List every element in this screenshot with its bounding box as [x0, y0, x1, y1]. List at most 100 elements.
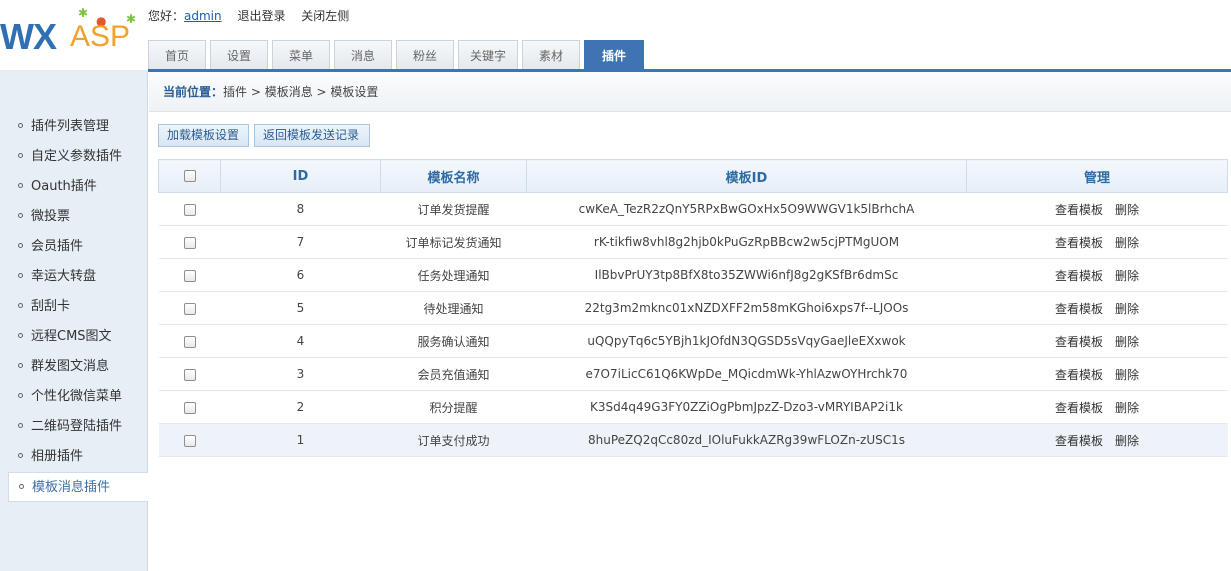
sidebar-item-qrcode-login[interactable]: 二维码登陆插件	[8, 412, 148, 442]
sidebar-item-label: 微投票	[31, 209, 71, 224]
table-row: 6 任务处理通知 IlBbvPrUY3tp8BfX8to35ZWWi6nfJ8g…	[158, 258, 1228, 292]
tab-settings[interactable]: 设置	[210, 40, 268, 70]
tab-messages[interactable]: 消息	[334, 40, 392, 70]
table-row: 2 积分提醒 K3Sd4q49G3FY0ZZiOgPbmJpzZ-Dzo3-vM…	[158, 390, 1228, 424]
tab-fans[interactable]: 粉丝	[396, 40, 454, 70]
delete-link[interactable]: 删除	[1115, 366, 1139, 383]
sidebar: 插件列表管理 自定义参数插件 Oauth插件 微投票 会员插件 幸运大转盘 刮刮…	[0, 72, 148, 571]
row-checkbox[interactable]	[183, 302, 196, 315]
tab-menu[interactable]: 菜单	[272, 40, 330, 70]
row-template-id: IlBbvPrUY3tp8BfX8to35ZWWi6nfJ8g2gKSfBr6d…	[526, 258, 967, 292]
circle-bullet-icon	[18, 393, 23, 398]
row-id: 5	[220, 291, 381, 325]
sidebar-item-vote[interactable]: 微投票	[8, 202, 148, 232]
table-row: 7 订单标记发货通知 rK-tikfiw8vhl8g2hjb0kPuGzRpBB…	[158, 225, 1228, 259]
table-row: 5 待处理通知 22tg3m2mknc01xNZDXFF2m58mKGhoi6x…	[158, 291, 1228, 325]
row-name: 任务处理通知	[380, 258, 527, 292]
row-id: 1	[220, 423, 381, 457]
sidebar-item-label: 群发图文消息	[31, 359, 110, 374]
delete-link[interactable]: 删除	[1115, 267, 1139, 284]
row-name: 积分提醒	[380, 390, 527, 424]
delete-link[interactable]: 删除	[1115, 300, 1139, 317]
delete-link[interactable]: 删除	[1115, 432, 1139, 449]
sidebar-item-custom-menu[interactable]: 个性化微信菜单	[8, 382, 148, 412]
select-all-checkbox[interactable]	[183, 170, 196, 182]
logo-asp-text: ASP	[70, 20, 131, 53]
tab-keywords[interactable]: 关键字	[458, 40, 518, 70]
logout-link[interactable]: 退出登录	[237, 9, 285, 23]
row-name: 订单支付成功	[380, 423, 527, 457]
column-header-name: 模板名称	[380, 159, 527, 193]
tab-home[interactable]: 首页	[148, 40, 206, 70]
view-template-link[interactable]: 查看模板	[1055, 234, 1103, 251]
row-checkbox[interactable]	[183, 236, 196, 249]
sidebar-item-label: 个性化微信菜单	[31, 389, 123, 404]
row-checkbox[interactable]	[183, 335, 196, 348]
row-checkbox[interactable]	[183, 434, 196, 447]
delete-link[interactable]: 删除	[1115, 201, 1139, 218]
row-id: 8	[220, 192, 381, 226]
circle-bullet-icon	[18, 273, 23, 278]
row-checkbox[interactable]	[183, 401, 196, 414]
delete-link[interactable]: 删除	[1115, 234, 1139, 251]
view-template-link[interactable]: 查看模板	[1055, 267, 1103, 284]
delete-link[interactable]: 删除	[1115, 333, 1139, 350]
view-template-link[interactable]: 查看模板	[1055, 366, 1103, 383]
sidebar-item-label: 自定义参数插件	[31, 149, 123, 164]
view-template-link[interactable]: 查看模板	[1055, 300, 1103, 317]
sidebar-item-template-message[interactable]: 模板消息插件	[8, 472, 148, 502]
greeting-label: 您好：	[148, 9, 185, 23]
circle-bullet-icon	[18, 183, 23, 188]
circle-bullet-icon	[18, 243, 23, 248]
sidebar-item-label: 相册插件	[31, 449, 84, 464]
column-header-manage: 管理	[966, 159, 1228, 193]
sidebar-menu: 插件列表管理 自定义参数插件 Oauth插件 微投票 会员插件 幸运大转盘 刮刮…	[8, 112, 148, 502]
row-name: 会员充值通知	[380, 357, 527, 391]
sidebar-item-lucky-wheel[interactable]: 幸运大转盘	[8, 262, 148, 292]
circle-bullet-icon	[18, 123, 23, 128]
template-table: ID 模板名称 模板ID 管理 8 订单发货提醒 cwKeA_TezR2zQnY…	[158, 159, 1228, 457]
row-name: 待处理通知	[380, 291, 527, 325]
sidebar-item-custom-params[interactable]: 自定义参数插件	[8, 142, 148, 172]
logo-wx-text: WX	[0, 16, 57, 57]
row-name: 订单发货提醒	[380, 192, 527, 226]
row-checkbox[interactable]	[183, 368, 196, 381]
user-bar: 您好：admin 退出登录 关闭左侧	[148, 7, 361, 24]
column-header-id: ID	[220, 159, 381, 193]
close-left-link[interactable]: 关闭左侧	[301, 9, 349, 23]
sidebar-item-album[interactable]: 相册插件	[8, 442, 148, 472]
row-checkbox[interactable]	[183, 203, 196, 216]
table-row: 8 订单发货提醒 cwKeA_TezR2zQnY5RPxBwGOxHx5O9WW…	[158, 192, 1228, 226]
tab-plugins[interactable]: 插件	[584, 40, 644, 70]
table-row: 1 订单支付成功 8huPeZQ2qCc80zd_IOluFukkAZRg39w…	[158, 423, 1228, 457]
select-all-cell	[158, 159, 221, 193]
sidebar-item-scratch-card[interactable]: 刮刮卡	[8, 292, 148, 322]
view-template-link[interactable]: 查看模板	[1055, 432, 1103, 449]
row-template-id: e7O7iLicC61Q6KWpDe_MQicdmWk-YhlAzwOYHrch…	[526, 357, 967, 391]
sidebar-item-oauth[interactable]: Oauth插件	[8, 172, 148, 202]
delete-link[interactable]: 删除	[1115, 399, 1139, 416]
tab-materials[interactable]: 素材	[522, 40, 580, 70]
breadcrumb-label: 当前位置：	[163, 85, 224, 99]
load-template-settings-button[interactable]: 加载模板设置	[158, 124, 249, 147]
sidebar-item-label: 模板消息插件	[32, 480, 111, 495]
sidebar-item-mass-message[interactable]: 群发图文消息	[8, 352, 148, 382]
table-header-row: ID 模板名称 模板ID 管理	[158, 159, 1228, 193]
circle-bullet-icon	[18, 423, 23, 428]
sidebar-item-remote-cms[interactable]: 远程CMS图文	[8, 322, 148, 352]
view-template-link[interactable]: 查看模板	[1055, 399, 1103, 416]
sidebar-item-plugin-list[interactable]: 插件列表管理	[8, 112, 148, 142]
row-template-id: rK-tikfiw8vhl8g2hjb0kPuGzRpBBcw2w5cjPTMg…	[526, 225, 967, 259]
row-checkbox[interactable]	[183, 269, 196, 282]
row-id: 7	[220, 225, 381, 259]
view-template-link[interactable]: 查看模板	[1055, 333, 1103, 350]
view-template-link[interactable]: 查看模板	[1055, 201, 1103, 218]
header: ✱ ● ✱ WX ASP 您好：admin 退出登录 关闭左侧 首页 设置 菜单…	[0, 0, 1231, 72]
back-to-send-records-button[interactable]: 返回模板发送记录	[254, 124, 370, 147]
circle-bullet-icon	[18, 363, 23, 368]
sidebar-item-member[interactable]: 会员插件	[8, 232, 148, 262]
circle-bullet-icon	[18, 333, 23, 338]
username-link[interactable]: admin	[184, 9, 222, 23]
wxasp-logo[interactable]: ✱ ● ✱ WX ASP	[0, 0, 148, 70]
figure-icon: ✱	[78, 6, 89, 20]
